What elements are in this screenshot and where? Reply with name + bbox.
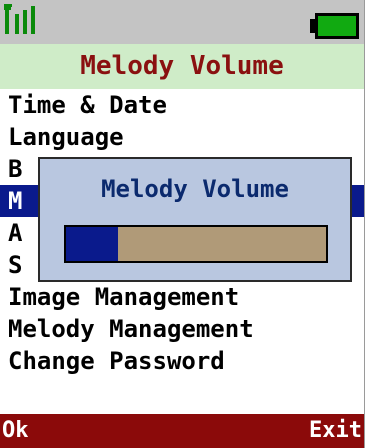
- menu-item-image-management[interactable]: Image Management: [0, 281, 364, 313]
- signal-strength-icon: [4, 4, 35, 34]
- dialog-title: Melody Volume: [101, 175, 289, 203]
- softkey-bar: Ok Exit: [0, 414, 364, 448]
- volume-dialog: Melody Volume: [38, 157, 352, 282]
- page-title: Melody Volume: [0, 44, 364, 89]
- status-bar: [0, 0, 364, 44]
- menu-item-time-date[interactable]: Time & Date: [0, 89, 364, 121]
- menu-item-language[interactable]: Language: [0, 121, 364, 153]
- volume-slider[interactable]: [64, 225, 328, 263]
- battery-full-icon: [310, 13, 359, 39]
- menu-item-change-password[interactable]: Change Password: [0, 345, 364, 377]
- menu-item-melody-management[interactable]: Melody Management: [0, 313, 364, 345]
- ok-softkey[interactable]: Ok: [2, 414, 29, 448]
- exit-softkey[interactable]: Exit: [309, 414, 362, 448]
- phone-screen: Melody Volume Time & Date Language B M A…: [0, 0, 365, 448]
- volume-level-fill: [66, 227, 118, 261]
